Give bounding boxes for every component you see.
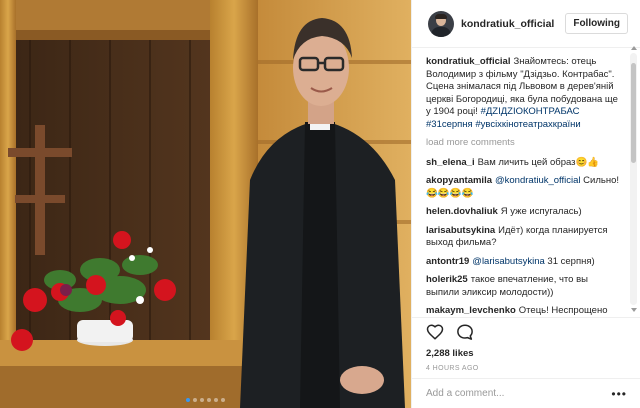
add-comment-bar: ••• xyxy=(412,378,640,408)
photo-illustration xyxy=(0,0,411,408)
comment-mention[interactable]: @kondratiuk_official xyxy=(495,175,581,186)
comment-username[interactable]: larisabutsykina xyxy=(426,225,495,236)
comment-username[interactable]: sh_elena_i xyxy=(426,157,475,168)
heart-icon[interactable] xyxy=(426,323,444,341)
instagram-post-modal: kondratiuk_official Following kondratiuk… xyxy=(0,0,640,408)
caption-username[interactable]: kondratiuk_official xyxy=(426,56,510,67)
action-icons xyxy=(426,318,627,346)
comment-text: 31 серпня) xyxy=(547,255,595,267)
post-header: kondratiuk_official Following xyxy=(412,0,640,48)
comments-list: kondratiuk_official Знайомтесь: отець Вол… xyxy=(412,49,630,317)
comment-username[interactable]: makaym_levchenko xyxy=(426,305,516,316)
comment: helen.dovhaliuk Я уже испугалась) xyxy=(426,206,622,219)
post-caption: kondratiuk_official Знайомтесь: отець Вол… xyxy=(426,56,622,131)
comment-username[interactable]: holerik25 xyxy=(426,274,468,285)
post-sidebar: kondratiuk_official Following kondratiuk… xyxy=(411,0,640,408)
carousel-dot[interactable] xyxy=(193,398,197,402)
scroll-up-arrow-icon[interactable] xyxy=(631,46,637,50)
scroll-down-arrow-icon[interactable] xyxy=(631,308,637,312)
post-photo[interactable] xyxy=(0,0,411,408)
username[interactable]: kondratiuk_official xyxy=(461,18,565,30)
comment: holerik25 такое впечатление, что вы выпил… xyxy=(426,274,622,299)
carousel-dot[interactable] xyxy=(186,398,190,402)
comment-text: Отець! Неспрощено xyxy=(518,305,608,316)
carousel-dot[interactable] xyxy=(200,398,204,402)
comment: sh_elena_i Вам личить цей образ😊👍 xyxy=(426,157,622,170)
comment-bubble-icon[interactable] xyxy=(456,323,474,341)
carousel-dot[interactable] xyxy=(207,398,211,402)
carousel-dot[interactable] xyxy=(214,398,218,402)
comment-text: Вам личить цей образ😊👍 xyxy=(477,156,600,168)
following-button[interactable]: Following xyxy=(565,13,628,34)
load-more-comments-link[interactable]: load more comments xyxy=(426,137,622,150)
comment: larisabutsykina Идёт) когда планируется в… xyxy=(426,225,622,250)
ellipsis-icon[interactable]: ••• xyxy=(611,387,627,401)
comment-username[interactable]: akopyantamila xyxy=(426,175,492,186)
comment-username[interactable]: helen.dovhaliuk xyxy=(426,206,498,217)
avatar[interactable] xyxy=(428,10,454,37)
comment: makaym_levchenko Отець! Неспрощено xyxy=(426,305,622,317)
comment: akopyantamila @kondratiuk_official Сильно… xyxy=(426,175,622,200)
comments-scrollbar[interactable] xyxy=(630,46,637,312)
comment-mention[interactable]: @larisabutsykina xyxy=(472,256,544,267)
comment-username[interactable]: antontr19 xyxy=(426,256,469,267)
scrollbar-thumb[interactable] xyxy=(631,63,636,163)
likes-count[interactable]: 2,288 likes xyxy=(426,348,627,359)
comment-input[interactable] xyxy=(426,388,596,399)
carousel-dot[interactable] xyxy=(221,398,225,402)
comment: antontr19 @larisabutsykina 31 серпня) xyxy=(426,256,622,269)
carousel-indicator xyxy=(0,398,411,402)
post-timestamp: 4 HOURS AGO xyxy=(426,365,479,372)
post-actions: 2,288 likes 4 HOURS AGO xyxy=(412,317,640,372)
comment-text: Я уже испугалась) xyxy=(500,206,582,217)
